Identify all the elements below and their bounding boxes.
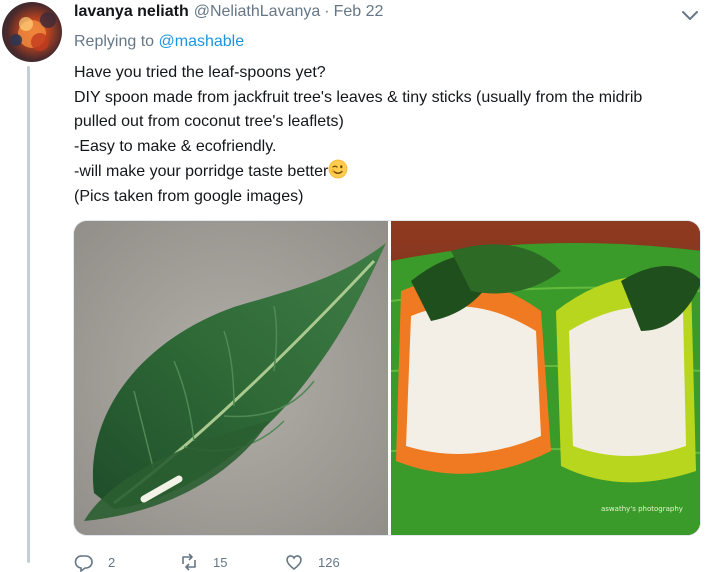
- tweet-line: Have you tried the leaf-spoons yet?: [74, 64, 326, 81]
- replying-mention-link[interactable]: @mashable: [159, 33, 245, 50]
- tweet-line: pulled out from coconut tree's leaflets): [74, 113, 344, 130]
- photo-watermark: aswathy's photography: [601, 505, 683, 513]
- retweet-icon: [182, 553, 196, 571]
- like-button[interactable]: 126: [284, 552, 389, 572]
- tweet-line: (Pics taken from google images): [74, 187, 304, 205]
- porridge-photo[interactable]: aswathy's photography: [391, 221, 700, 535]
- tweet-header: lavanya neliath @NeliathLavanya · Feb 22: [74, 3, 383, 23]
- separator-dot: ·: [324, 3, 330, 20]
- reply-button[interactable]: 2: [74, 552, 179, 572]
- tweet-line-with-emoji: -will make your porridge taste better: [74, 159, 714, 185]
- user-handle[interactable]: @NeliathLavanya: [194, 3, 321, 21]
- retweet-button[interactable]: 15: [179, 552, 284, 572]
- media-grid: aswathy's photography: [73, 220, 701, 536]
- tweet-line: -Easy to make & ecofriendly.: [74, 137, 277, 155]
- replying-to: Replying to @mashable: [74, 33, 244, 51]
- like-count: 126: [318, 554, 340, 570]
- leaf-photo[interactable]: [74, 221, 388, 535]
- avatar-image: [10, 12, 56, 51]
- display-name[interactable]: lavanya neliath: [74, 3, 189, 21]
- reply-count: 2: [108, 554, 116, 570]
- tweet-line: DIY spoon made from jackfruit tree's lea…: [74, 88, 643, 106]
- replying-prefix: Replying to: [74, 33, 155, 50]
- tweet-actions: 2 15 126: [74, 552, 694, 572]
- tweet-line: -will make your porridge taste better: [74, 163, 329, 180]
- tweet-date[interactable]: Feb 22: [334, 3, 384, 21]
- heart-icon: [286, 555, 302, 570]
- retweet-count: 15: [213, 554, 228, 570]
- reply-icon: [74, 555, 93, 572]
- thread-line: [27, 66, 30, 563]
- chevron-down-icon[interactable]: [681, 8, 699, 22]
- tweet-text: Have you tried the leaf-spoons yet? DIY …: [74, 61, 714, 209]
- avatar[interactable]: [2, 2, 62, 62]
- winking-face-emoji-icon: [328, 159, 348, 179]
